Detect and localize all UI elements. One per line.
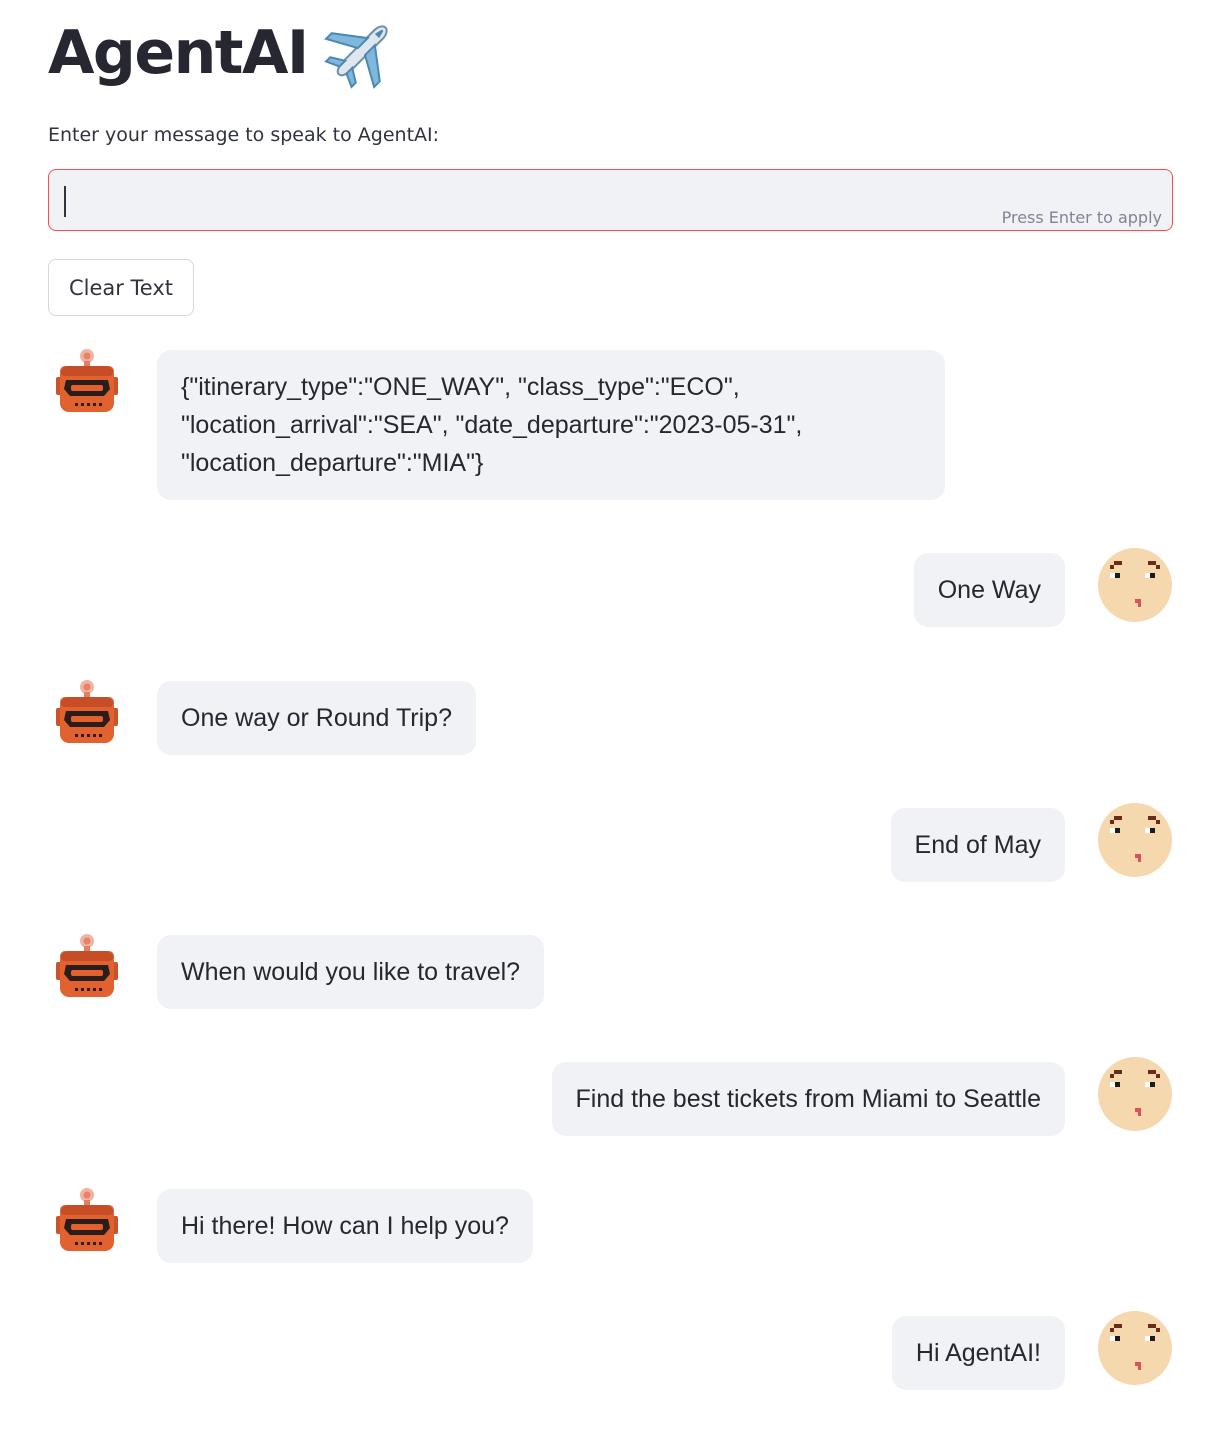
message-bubble: {"itinerary_type":"ONE_WAY", "class_type…: [157, 350, 945, 500]
message-bubble: One way or Round Trip?: [157, 681, 476, 755]
robot-avatar-icon: [49, 930, 125, 1006]
message-input[interactable]: Press Enter to apply: [48, 169, 1173, 231]
clear-text-button[interactable]: Clear Text: [48, 259, 194, 316]
enter-hint: Press Enter to apply: [1001, 208, 1162, 227]
message-bubble: Hi there! How can I help you?: [157, 1189, 533, 1263]
face-avatar-icon: [1097, 1056, 1173, 1132]
face-avatar-icon: [1097, 802, 1173, 878]
face-avatar-icon: [1097, 1310, 1173, 1386]
face-avatar-icon: [1097, 547, 1173, 623]
robot-avatar-icon: [49, 345, 125, 421]
message-bubble: When would you like to travel?: [157, 935, 545, 1009]
message-bubble: Hi AgentAI!: [891, 1316, 1065, 1390]
text-cursor: [64, 186, 66, 217]
page-title: AgentAI: [48, 14, 398, 92]
robot-avatar-icon: [49, 676, 125, 752]
airplane-icon: [322, 15, 398, 91]
message-input-label: Enter your message to speak to AgentAI:: [48, 124, 440, 146]
message-bubble: One Way: [913, 553, 1065, 627]
message-bubble: Find the best tickets from Miami to Seat…: [551, 1062, 1065, 1136]
message-bubble: End of May: [890, 808, 1065, 882]
page-title-text: AgentAI: [48, 18, 309, 88]
robot-avatar-icon: [49, 1184, 125, 1260]
